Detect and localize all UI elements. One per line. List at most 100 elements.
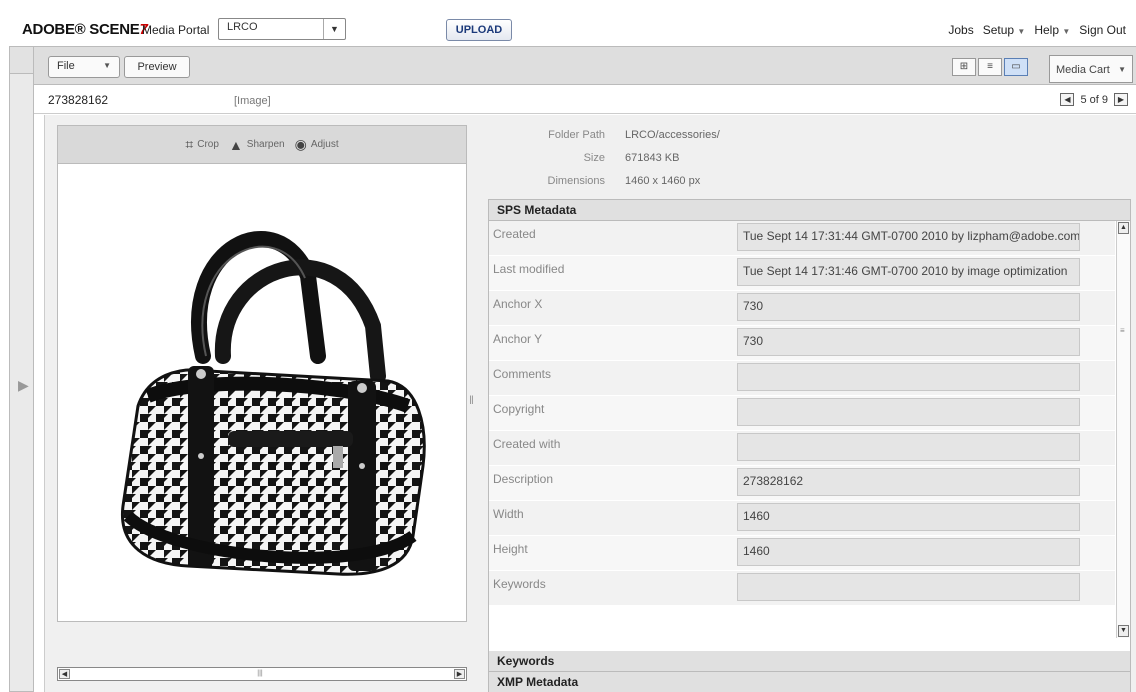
- metadata-field[interactable]: Tue Sept 14 17:31:44 GMT-0700 2010 by li…: [737, 223, 1080, 251]
- metadata-rows: Created Tue Sept 14 17:31:44 GMT-0700 201…: [489, 221, 1115, 641]
- detail-view-icon[interactable]: ▭: [1004, 58, 1028, 76]
- metadata-row: Description 273828162: [489, 466, 1115, 501]
- chevron-down-icon: ▼: [1062, 27, 1071, 36]
- preview-button[interactable]: Preview: [124, 56, 190, 78]
- scroll-up-icon[interactable]: ▲: [1118, 222, 1129, 234]
- size-label: Size: [583, 152, 605, 164]
- metadata-label: Created with: [493, 437, 561, 451]
- media-cart-select[interactable]: Media Cart ▼: [1049, 55, 1133, 83]
- list-view-icon[interactable]: ≡: [978, 58, 1002, 76]
- metadata-label: Height: [493, 542, 528, 556]
- sharpen-label: Sharpen: [246, 139, 285, 150]
- image-tools-bar: ⌗ Crop ▲ Sharpen ◉ Adjust: [58, 126, 466, 164]
- size-value: 671843 KB: [625, 152, 680, 164]
- scroll-right-icon[interactable]: ▶: [454, 669, 465, 679]
- portal-label: Media Portal: [142, 23, 210, 37]
- folder-path-value: LRCO/accessories/: [625, 129, 720, 141]
- metadata-label: Description: [493, 472, 554, 486]
- adjust-icon: ◉: [294, 136, 307, 152]
- metadata-field[interactable]: 1460: [737, 503, 1080, 531]
- horizontal-scrollbar[interactable]: ◀ ||| ▶: [57, 667, 467, 681]
- asset-type: [Image]: [234, 95, 271, 107]
- toolbar: File ▼ Preview ⊞ ≡ ▭ Media Cart ▼: [34, 46, 1136, 85]
- metadata-field[interactable]: 730: [737, 293, 1080, 321]
- metadata-row: Keywords: [489, 571, 1115, 606]
- asset-info-bar: 273828162 [Image] ◀ 5 of 9 ▶: [34, 86, 1136, 114]
- top-bar: ADOBE® SCENE7 Media Portal LRCO ▼ UPLOAD…: [0, 0, 1136, 46]
- help-menu[interactable]: Help ▼: [1034, 23, 1070, 37]
- crop-icon: ⌗: [185, 136, 194, 152]
- metadata-label: Copyright: [493, 402, 545, 416]
- vertical-scrollbar[interactable]: ▲ ≡ ▼: [1116, 221, 1130, 638]
- scroll-thumb[interactable]: |||: [72, 670, 448, 678]
- product-image: [120, 230, 426, 576]
- panel-splitter[interactable]: ‖: [469, 393, 474, 407]
- portal-select[interactable]: LRCO ▼: [218, 18, 346, 40]
- file-menu[interactable]: File ▼: [48, 56, 120, 78]
- metadata-field[interactable]: 273828162: [737, 468, 1080, 496]
- metadata-field[interactable]: 730: [737, 328, 1080, 356]
- scroll-down-icon[interactable]: ▼: [1118, 625, 1129, 637]
- sign-out-link[interactable]: Sign Out: [1079, 23, 1126, 37]
- chevron-down-icon: ▼: [1118, 65, 1126, 74]
- dimensions-label: Dimensions: [547, 175, 605, 187]
- crop-label: Crop: [197, 139, 219, 150]
- adjust-tool[interactable]: ◉ Adjust: [295, 136, 339, 153]
- metadata-panel: SPS Metadata Created Tue Sept 14 17:31:44…: [488, 199, 1131, 692]
- metadata-field[interactable]: 1460: [737, 538, 1080, 566]
- asset-id: 273828162: [48, 93, 109, 107]
- metadata-label: Width: [493, 507, 524, 521]
- chevron-down-icon: ▼: [323, 19, 345, 39]
- media-cart-label: Media Cart: [1056, 64, 1110, 76]
- app-logo: ADOBE® SCENE7: [22, 21, 148, 38]
- metadata-row: Last modified Tue Sept 14 17:31:46 GMT-07…: [489, 256, 1115, 291]
- metadata-label: Last modified: [493, 262, 565, 276]
- metadata-field[interactable]: [737, 573, 1080, 601]
- upload-button[interactable]: UPLOAD: [446, 19, 512, 41]
- scroll-left-icon[interactable]: ◀: [59, 669, 70, 679]
- grid-view-icon[interactable]: ⊞: [952, 58, 976, 76]
- metadata-row: Anchor Y 730: [489, 326, 1115, 361]
- pager-text: 5 of 9: [1080, 93, 1108, 106]
- adjust-label: Adjust: [310, 139, 339, 150]
- file-menu-label: File: [57, 60, 75, 72]
- image-preview-panel: ⌗ Crop ▲ Sharpen ◉ Adjust: [57, 125, 467, 622]
- metadata-row: Created Tue Sept 14 17:31:44 GMT-0700 201…: [489, 221, 1115, 256]
- metadata-field[interactable]: [737, 433, 1080, 461]
- next-icon[interactable]: ▶: [1114, 93, 1128, 106]
- metadata-label: Comments: [493, 367, 552, 381]
- jobs-link[interactable]: Jobs: [948, 23, 973, 37]
- portal-select-value: LRCO: [227, 21, 258, 33]
- setup-menu[interactable]: Setup ▼: [983, 23, 1026, 37]
- top-nav: Jobs Setup ▼ Help ▼ Sign Out: [948, 23, 1126, 37]
- scroll-grip-icon[interactable]: ≡: [1120, 326, 1125, 335]
- left-panel-rail: ▶: [9, 46, 34, 692]
- crop-tool[interactable]: ⌗ Crop: [185, 136, 219, 153]
- expand-panel-icon[interactable]: ▶: [18, 377, 29, 394]
- sps-metadata-header[interactable]: SPS Metadata: [489, 200, 1130, 221]
- metadata-label: Anchor X: [493, 297, 543, 311]
- sharpen-tool[interactable]: ▲ Sharpen: [229, 137, 285, 153]
- xmp-metadata-header[interactable]: XMP Metadata: [489, 672, 1130, 692]
- metadata-label: Keywords: [493, 577, 546, 591]
- chevron-down-icon: ▼: [1017, 27, 1026, 36]
- dimensions-value: 1460 x 1460 px: [625, 175, 701, 187]
- metadata-row: Width 1460: [489, 501, 1115, 536]
- sharpen-icon: ▲: [228, 136, 243, 153]
- metadata-label: Created: [493, 227, 536, 241]
- metadata-label: Anchor Y: [493, 332, 543, 346]
- keywords-section-header[interactable]: Keywords: [489, 651, 1130, 672]
- chevron-down-icon: ▼: [103, 61, 111, 70]
- metadata-row: Created with: [489, 431, 1115, 466]
- pager: ◀ 5 of 9 ▶: [1060, 93, 1128, 106]
- metadata-field[interactable]: [737, 398, 1080, 426]
- detail-content: ⌗ Crop ▲ Sharpen ◉ Adjust ◀ ||| ▶ ‖ Fold…: [44, 115, 1136, 692]
- metadata-row: Comments: [489, 361, 1115, 396]
- metadata-row: Copyright: [489, 396, 1115, 431]
- metadata-field[interactable]: Tue Sept 14 17:31:46 GMT-0700 2010 by im…: [737, 258, 1080, 286]
- previous-icon[interactable]: ◀: [1060, 93, 1075, 106]
- left-rail-header: [10, 47, 33, 74]
- metadata-row: Anchor X 730: [489, 291, 1115, 326]
- folder-path-label: Folder Path: [548, 129, 605, 141]
- metadata-field[interactable]: [737, 363, 1080, 391]
